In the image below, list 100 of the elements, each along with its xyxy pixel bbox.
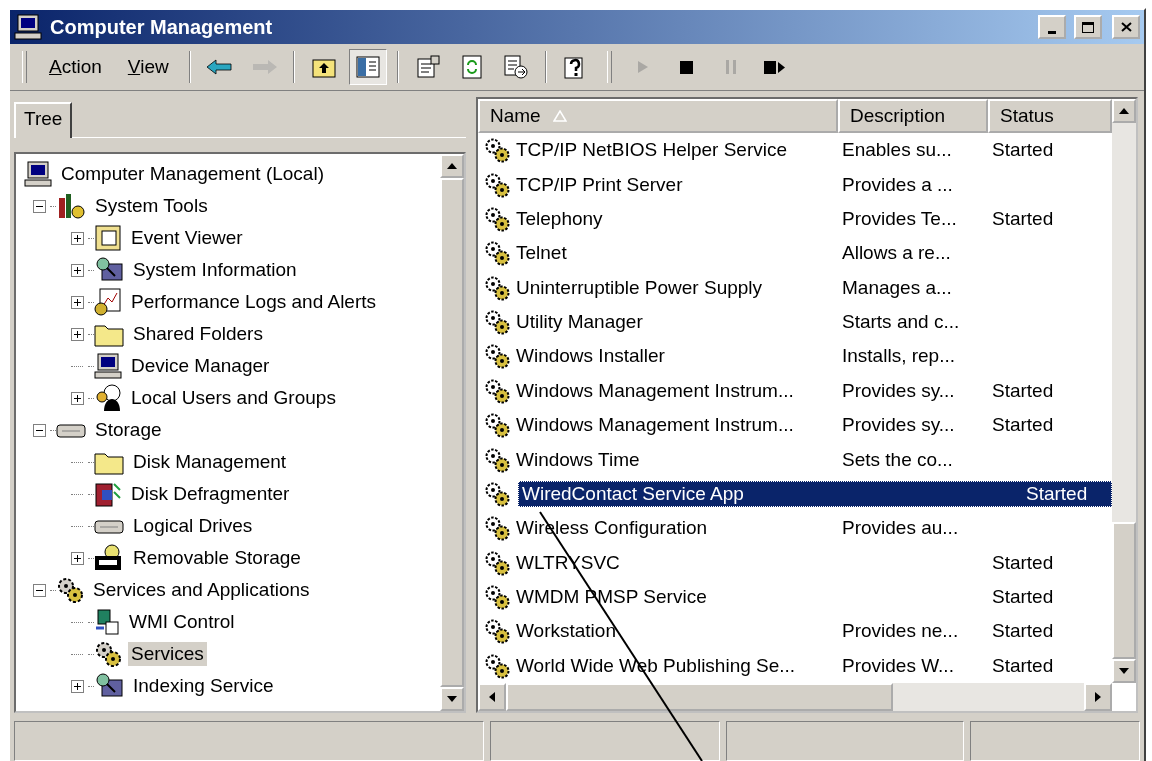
- tree-item[interactable]: System Information: [130, 258, 300, 282]
- magnifier-computer-icon: [94, 672, 124, 700]
- expand-icon[interactable]: [70, 679, 84, 693]
- gears-icon: [94, 640, 122, 668]
- service-status: Started: [991, 619, 1055, 644]
- stop-play-icon: [763, 60, 786, 74]
- tree-item[interactable]: Removable Storage: [130, 546, 304, 570]
- list-row[interactable]: TCP/IP NetBIOS Helper Service Enables su... Started: [478, 133, 1112, 168]
- play-icon: [636, 60, 649, 74]
- service-description: Manages a...: [841, 275, 953, 300]
- service-name: Utility Manager: [515, 310, 644, 335]
- folder-up-icon: [311, 56, 336, 78]
- tree-item[interactable]: Disk Management: [130, 450, 290, 474]
- menu-item[interactable]: Action: [39, 52, 112, 82]
- pause-icon: [724, 60, 737, 74]
- magnifier-computer-icon: [94, 256, 124, 284]
- list-row[interactable]: Telnet Allows a re...: [478, 236, 1112, 271]
- service-status: Started: [991, 550, 1055, 575]
- service-status: Started: [1025, 481, 1089, 506]
- close-button[interactable]: [1112, 15, 1140, 39]
- list-row[interactable]: Windows Management Instrum... Provides sy... Started: [478, 373, 1112, 408]
- arrow-up-icon: [1119, 106, 1129, 116]
- window-title: Computer Management: [50, 15, 274, 39]
- expand-icon[interactable]: [70, 327, 84, 341]
- expand-icon[interactable]: [70, 551, 84, 565]
- scrollbar[interactable]: [1112, 99, 1136, 683]
- list-row[interactable]: Workstation Provides ne... Started: [478, 614, 1112, 649]
- list-row[interactable]: Windows Time Sets the co...: [478, 442, 1112, 477]
- service-description: Enables su...: [841, 138, 953, 163]
- list-row[interactable]: WiredContact Service App Started: [478, 476, 1112, 512]
- service-name: TCP/IP NetBIOS Helper Service: [515, 138, 789, 163]
- column-title: Status: [1000, 105, 1054, 127]
- list-row[interactable]: TCP/IP Print Server Provides a ...: [478, 167, 1112, 202]
- expand-icon[interactable]: [70, 295, 84, 309]
- column-header[interactable]: Name: [478, 99, 838, 133]
- users-icon: [94, 383, 122, 413]
- computer-icon: [94, 353, 122, 379]
- list-row[interactable]: Telephony Provides Te... Started: [478, 201, 1112, 237]
- list-row[interactable]: Uninterruptible Power Supply Manages a...: [478, 270, 1112, 305]
- collapse-icon[interactable]: [32, 199, 46, 213]
- service-status: Started: [991, 413, 1055, 438]
- tree-item[interactable]: Shared Folders: [130, 322, 266, 346]
- scroll-up-button[interactable]: [440, 154, 464, 178]
- service-description: Provides au...: [841, 516, 960, 541]
- service-description: Provides Te...: [841, 206, 958, 231]
- tree-item[interactable]: System Tools: [92, 194, 211, 218]
- arrow-down-icon: [447, 694, 457, 704]
- scrollbar-thumb[interactable]: [1112, 522, 1136, 659]
- export-list-icon: [503, 55, 528, 79]
- service-name: Telephony: [515, 206, 604, 231]
- tree-item[interactable]: Local Users and Groups: [128, 386, 339, 410]
- tree-item[interactable]: Device Manager: [128, 354, 273, 378]
- list-row[interactable]: Utility Manager Starts and c...: [478, 304, 1112, 340]
- defrag-icon: [94, 480, 122, 508]
- gears-icon: [484, 240, 510, 267]
- tree-item[interactable]: Computer Management (Local): [58, 162, 327, 186]
- scrollbar-thumb[interactable]: [506, 683, 893, 711]
- tree-item[interactable]: WMI Control: [126, 610, 238, 634]
- gears-icon: [484, 618, 510, 645]
- scrollbar[interactable]: [478, 683, 1112, 711]
- gears-icon: [484, 515, 510, 542]
- list-row[interactable]: Windows Management Instrum... Provides sy... Started: [478, 408, 1112, 443]
- column-title: Name: [490, 105, 541, 127]
- service-status: Started: [991, 138, 1055, 163]
- service-name: Workstation: [515, 619, 617, 644]
- service-status: Started: [991, 378, 1055, 403]
- scroll-up-button[interactable]: [1112, 99, 1136, 123]
- tree-item[interactable]: Storage: [92, 418, 165, 442]
- tree-item[interactable]: Disk Defragmenter: [128, 482, 293, 506]
- service-description: Installs, rep...: [841, 344, 956, 369]
- expand-icon[interactable]: [70, 231, 84, 245]
- tree-item[interactable]: Services: [128, 642, 207, 666]
- minimize-button[interactable]: [1038, 15, 1066, 39]
- column-header[interactable]: Status: [988, 99, 1112, 133]
- gears-icon: [484, 584, 510, 611]
- expand-icon[interactable]: [70, 263, 84, 277]
- collapse-icon[interactable]: [32, 423, 46, 437]
- tree-item[interactable]: Indexing Service: [130, 674, 277, 698]
- gears-icon: [484, 274, 510, 301]
- scroll-left-button[interactable]: [478, 683, 506, 711]
- gears-icon: [484, 309, 510, 336]
- scroll-right-button[interactable]: [1084, 683, 1112, 711]
- menu-item[interactable]: View: [117, 52, 179, 82]
- column-header[interactable]: Description: [838, 99, 988, 133]
- scroll-down-button[interactable]: [440, 687, 464, 711]
- tab[interactable]: Tree: [14, 102, 73, 138]
- list-row[interactable]: Windows Installer Installs, rep...: [478, 339, 1112, 374]
- expand-icon[interactable]: [70, 391, 84, 405]
- tree-item[interactable]: Performance Logs and Alerts: [128, 290, 380, 314]
- gears-icon: [484, 343, 510, 370]
- tree-item[interactable]: Event Viewer: [128, 226, 246, 250]
- gears-icon: [484, 412, 510, 439]
- tape-drive-icon: [94, 544, 124, 572]
- collapse-icon[interactable]: [32, 583, 46, 597]
- close-icon: [1120, 22, 1132, 32]
- tree-item[interactable]: Logical Drives: [130, 514, 256, 538]
- gears-icon: [484, 171, 510, 198]
- maximize-button[interactable]: [1074, 15, 1102, 39]
- scroll-down-button[interactable]: [1112, 659, 1136, 683]
- tree-item[interactable]: Services and Applications: [90, 578, 313, 602]
